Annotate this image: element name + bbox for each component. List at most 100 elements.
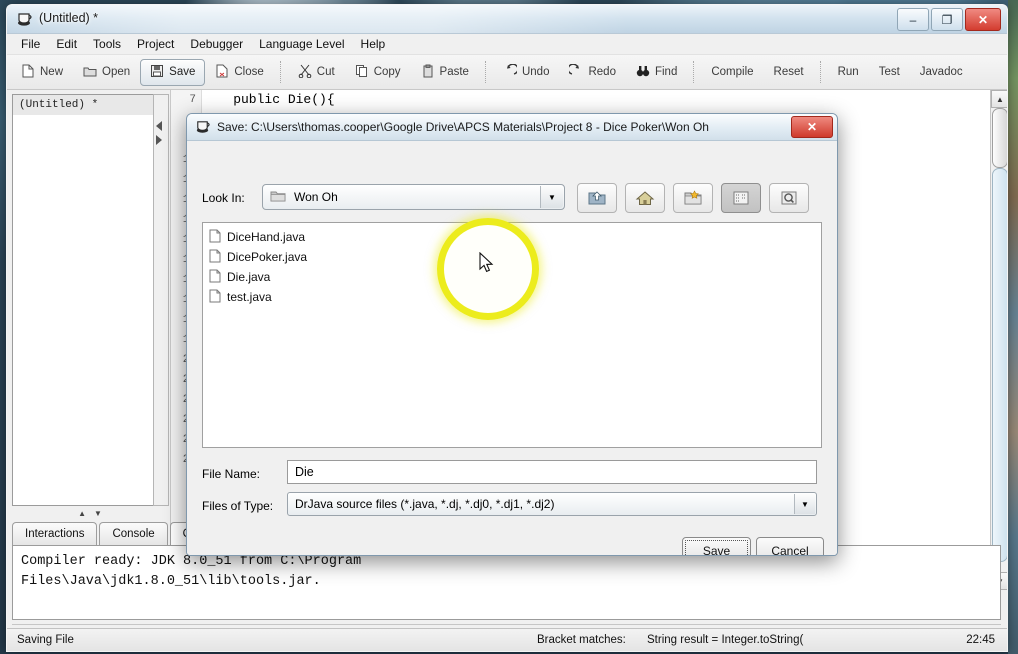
file-name: test.java: [227, 290, 272, 304]
file-list[interactable]: DiceHand.java DicePoker.java Die.java test.…: [202, 222, 822, 448]
toolbar-button-label: Javadoc: [919, 66, 963, 78]
chevron-down-icon[interactable]: ▼: [445, 651, 465, 652]
clipboard-icon: [421, 64, 435, 81]
filename-label: File Name:: [202, 467, 261, 481]
toolbar-button-label: Open: [102, 66, 131, 78]
scroll-thumb[interactable]: [992, 108, 1007, 168]
toolbar-button-open[interactable]: Open: [73, 59, 140, 86]
toolbar-button-redo[interactable]: Redo: [559, 59, 626, 86]
minimize-button[interactable]: –: [897, 8, 929, 31]
file-list-item[interactable]: DicePoker.java: [207, 247, 821, 267]
drjava-icon: [15, 10, 33, 28]
file-list-item[interactable]: Die.java: [207, 267, 821, 287]
binoculars-icon: [636, 64, 650, 81]
menu-item-file[interactable]: File: [21, 37, 40, 51]
splitter-left-arrow-icon[interactable]: [156, 121, 162, 131]
menu-item-language-level[interactable]: Language Level: [259, 37, 344, 51]
close-window-button[interactable]: ✕: [965, 8, 1001, 31]
resize-down-arrow-icon[interactable]: ▼: [94, 509, 102, 518]
window-titlebar: (Untitled) * – ❐ ✕: [7, 5, 1007, 34]
filename-input[interactable]: Die: [287, 460, 817, 484]
menu-item-help[interactable]: Help: [361, 37, 386, 51]
list-view-button[interactable]: [721, 183, 761, 213]
document-list-pane[interactable]: (Untitled) *: [12, 94, 154, 506]
editor-vertical-scrollbar[interactable]: ▲ ▼: [990, 90, 1007, 590]
resize-up-arrow-icon[interactable]: ▲: [78, 509, 86, 518]
save-file-dialog: Save: C:\Users\thomas.cooper\Google Driv…: [186, 113, 838, 556]
document-pane-splitter[interactable]: [153, 94, 169, 506]
save-button[interactable]: Save: [682, 537, 751, 555]
tab-console[interactable]: Console: [99, 522, 168, 545]
code-line: public Die(){: [202, 92, 335, 107]
dialog-titlebar: Save: C:\Users\thomas.cooper\Google Driv…: [187, 114, 837, 141]
lookin-combo[interactable]: Won Oh ▼: [262, 184, 565, 210]
list-view-icon: [733, 191, 749, 205]
chevron-down-icon[interactable]: ▼: [540, 186, 563, 208]
new-file-icon: [21, 64, 35, 81]
toolbar-button-cut[interactable]: Cut: [288, 59, 345, 86]
toolbar-button-compile[interactable]: Compile: [701, 61, 763, 83]
toolbar-separator: [693, 61, 695, 83]
lookin-value: Won Oh: [294, 190, 338, 204]
bracket-matches-label: Bracket matches:: [537, 634, 626, 646]
close-file-icon: [215, 64, 229, 81]
console-line: Files\Java\jdk1.8.0_51\lib\tools.jar.: [21, 574, 321, 589]
cancel-button[interactable]: Cancel: [756, 537, 824, 555]
dialog-close-button[interactable]: ✕: [791, 116, 833, 138]
menu-item-project[interactable]: Project: [137, 37, 174, 51]
window-title: (Untitled) *: [39, 11, 99, 25]
line-number: 7: [189, 94, 196, 106]
toolbar-button-javadoc[interactable]: Javadoc: [910, 61, 973, 83]
scroll-track-lower[interactable]: [992, 168, 1007, 562]
splitter-right-arrow-icon[interactable]: [156, 135, 162, 145]
copy-icon: [355, 64, 369, 81]
lookin-label: Look In:: [202, 191, 245, 205]
document-list-item[interactable]: (Untitled) *: [13, 95, 153, 115]
toolbar-button-undo[interactable]: Undo: [493, 59, 560, 86]
new-folder-button[interactable]: [673, 183, 713, 213]
status-message: Saving File: [17, 634, 74, 646]
toolbar-button-label: Redo: [588, 66, 616, 78]
toolbar-separator: [279, 61, 282, 83]
drjava-icon: [194, 118, 211, 135]
details-view-button[interactable]: [769, 183, 809, 213]
save-disk-icon: [150, 64, 164, 81]
toolbar-button-find[interactable]: Find: [626, 59, 687, 86]
filetype-value: DrJava source files (*.java, *.dj, *.dj0…: [295, 497, 555, 511]
toolbar-button-close[interactable]: Close: [205, 59, 273, 86]
toolbar-button-reset[interactable]: Reset: [764, 61, 814, 83]
home-icon: [635, 191, 655, 205]
file-icon: [209, 269, 221, 286]
toolbar-button-new[interactable]: New: [11, 59, 73, 86]
menu-item-tools[interactable]: Tools: [93, 37, 121, 51]
file-list-item[interactable]: DiceHand.java: [207, 227, 821, 247]
up-one-level-button[interactable]: [577, 183, 617, 213]
home-button[interactable]: [625, 183, 665, 213]
maximize-button[interactable]: ❐: [931, 8, 963, 31]
new-folder-icon: [684, 190, 702, 205]
clock-label: 22:45: [966, 634, 995, 646]
chevron-down-icon[interactable]: ▼: [794, 494, 815, 514]
toolbar-button-run[interactable]: Run: [828, 61, 869, 83]
menu-item-debugger[interactable]: Debugger: [190, 37, 243, 51]
bracket-matches-value: String result = Integer.toString(: [647, 634, 804, 646]
file-list-item[interactable]: test.java: [207, 287, 821, 307]
tab-interactions[interactable]: Interactions: [12, 522, 98, 545]
toolbar-button-copy[interactable]: Copy: [345, 59, 411, 86]
file-name: DiceHand.java: [227, 230, 306, 244]
toolbar-button-label: Undo: [521, 66, 550, 78]
toolbar-button-save[interactable]: Save: [140, 58, 206, 86]
scroll-up-button[interactable]: ▲: [991, 90, 1007, 108]
menu-item-edit[interactable]: Edit: [56, 37, 77, 51]
toolbar-button-paste[interactable]: Paste: [411, 59, 479, 86]
toolbar-button-label: New: [40, 66, 64, 78]
undo-arrow-icon: [503, 62, 519, 81]
window-controls: – ❐ ✕: [897, 8, 1001, 31]
toolbar-button-label: Paste: [439, 66, 469, 78]
toolbar-button-label: Find: [654, 66, 678, 78]
document-pane-resize-handles[interactable]: ▲ ▼: [12, 506, 168, 520]
toolbar-button-test[interactable]: Test: [869, 61, 910, 83]
scissors-icon: [298, 64, 312, 81]
filetype-combo[interactable]: DrJava source files (*.java, *.dj, *.dj0…: [287, 492, 817, 516]
console-output-pane[interactable]: Compiler ready: JDK 8.0_51 from C:\Progr…: [12, 545, 1001, 620]
